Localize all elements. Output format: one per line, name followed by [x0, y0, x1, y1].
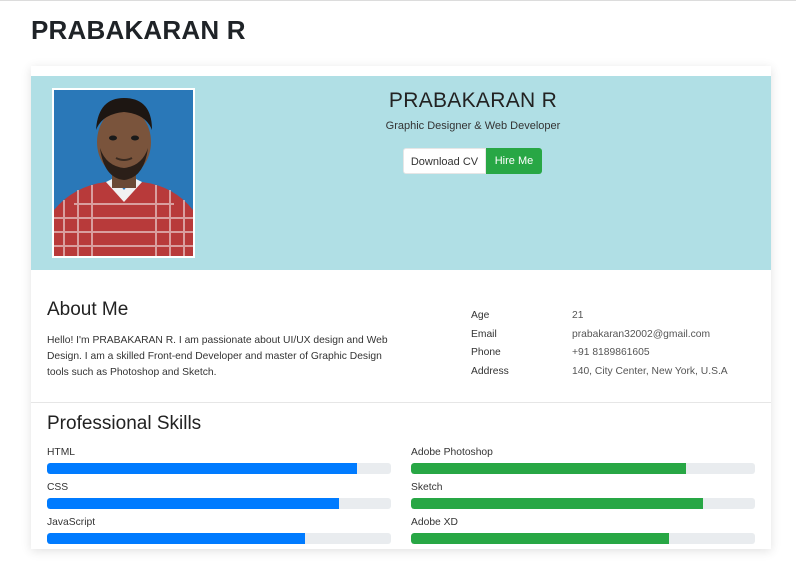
- download-cv-button[interactable]: Download CV: [403, 148, 486, 174]
- profile-title: Graphic Designer & Web Developer: [385, 120, 561, 132]
- skill-html: HTML: [47, 447, 391, 474]
- skills-heading: Professional Skills: [47, 413, 202, 434]
- skill-label: Adobe XD: [411, 517, 458, 528]
- skill-javascript: JavaScript: [47, 517, 391, 544]
- hire-me-button[interactable]: Hire Me: [486, 148, 542, 174]
- progress-track: [411, 533, 755, 544]
- skill-css: CSS: [47, 482, 391, 509]
- info-value: 21: [572, 309, 584, 321]
- profile-name: PRABAKARAN R: [388, 89, 558, 112]
- skill-sketch: Sketch: [411, 482, 755, 509]
- info-value: +91 8189861605: [572, 347, 650, 359]
- info-list: Age 21 Email prabakaran32002@gmail.com P…: [471, 306, 761, 381]
- progress-track: [47, 533, 391, 544]
- info-row-email: Email prabakaran32002@gmail.com: [471, 325, 761, 344]
- info-row-address: Address 140, City Center, New York, U.S.…: [471, 362, 761, 381]
- profile-card: PRABAKARAN R Graphic Designer & Web Deve…: [31, 66, 771, 549]
- info-row-age: Age 21: [471, 306, 761, 325]
- profile-header: PRABAKARAN R Graphic Designer & Web Deve…: [31, 76, 771, 270]
- profile-photo: [52, 88, 195, 258]
- page-title: PRABAKARAN R: [31, 15, 246, 45]
- progress-fill: [411, 533, 669, 544]
- info-row-phone: Phone +91 8189861605: [471, 343, 761, 362]
- skill-label: Adobe Photoshop: [411, 447, 493, 458]
- progress-track: [47, 498, 391, 509]
- skill-photoshop: Adobe Photoshop: [411, 447, 755, 474]
- progress-track: [411, 498, 755, 509]
- progress-fill: [47, 463, 357, 474]
- progress-fill: [411, 498, 704, 509]
- progress-fill: [411, 463, 687, 474]
- about-text: Hello! I'm PRABAKARAN R. I am passionate…: [47, 335, 388, 378]
- skill-label: Sketch: [411, 482, 443, 493]
- skill-label: CSS: [47, 482, 69, 493]
- section-divider: [31, 402, 771, 403]
- info-key: Phone: [471, 347, 501, 359]
- about-heading: About Me: [47, 299, 129, 320]
- info-key: Age: [471, 309, 490, 321]
- progress-fill: [47, 498, 340, 509]
- info-value: 140, City Center, New York, U.S.A: [572, 365, 728, 377]
- progress-fill: [47, 533, 305, 544]
- skill-label: JavaScript: [47, 517, 96, 528]
- info-key: Email: [471, 328, 497, 340]
- progress-track: [47, 463, 391, 474]
- info-key: Address: [471, 365, 509, 377]
- skill-adobe-xd: Adobe XD: [411, 517, 755, 544]
- progress-track: [411, 463, 755, 474]
- info-value: prabakaran32002@gmail.com: [572, 328, 711, 340]
- skill-label: HTML: [47, 447, 76, 458]
